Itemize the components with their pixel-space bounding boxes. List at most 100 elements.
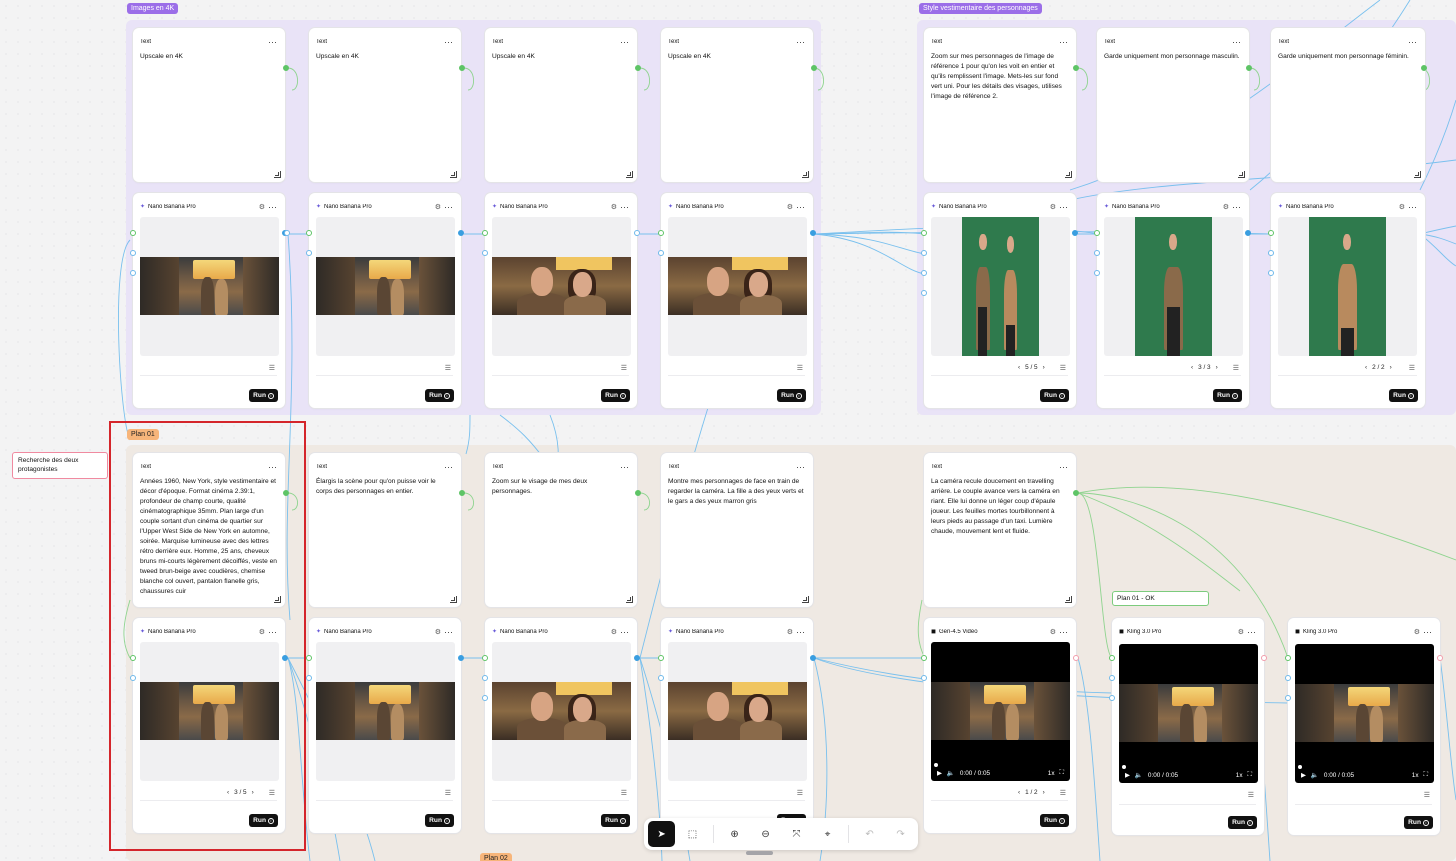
more-icon[interactable]: ··· <box>796 202 805 211</box>
undo-icon[interactable]: ↶ <box>856 821 883 847</box>
prompt-text[interactable]: Élargis la scène pour qu'on puisse voir … <box>316 477 453 497</box>
input-port[interactable] <box>482 655 488 661</box>
input-port[interactable] <box>482 695 488 701</box>
input-port[interactable] <box>658 230 664 236</box>
more-icon[interactable]: ··· <box>1232 37 1241 46</box>
input-port[interactable] <box>1094 230 1100 236</box>
sliders-icon[interactable]: ⚙ <box>435 628 441 636</box>
prompt-text[interactable]: Garde uniquement mon personnage masculin… <box>1104 52 1241 62</box>
run-button[interactable]: Runi <box>425 814 454 827</box>
speed-button[interactable]: 1x <box>1048 770 1055 777</box>
output-port[interactable] <box>635 490 641 496</box>
input-port[interactable] <box>482 675 488 681</box>
video-player[interactable]: ▶ 🔈 0:00 / 0:05 1x ⛶ <box>931 642 1070 781</box>
speed-button[interactable]: 1x <box>1236 772 1243 779</box>
prompt-text[interactable]: La caméra recule doucement en travelling… <box>931 477 1068 537</box>
pagination[interactable]: ‹ 3 / 3 › <box>1191 364 1218 371</box>
text-node[interactable]: Text ··· Zoom sur le visage de mes deux p… <box>485 453 637 607</box>
input-port[interactable] <box>306 655 312 661</box>
image-gen-node[interactable]: ✦Nano Banana Pro ⚙··· ☰ Runi <box>133 193 285 408</box>
video-gen-node[interactable]: ◼ Kling 3.0 Pro ⚙ ··· ▶ 🔈 0:00 / 0:05 1x ⛶ ☰ Ru… <box>1288 618 1440 835</box>
resize-handle-icon[interactable] <box>626 596 633 603</box>
text-node[interactable]: Text ··· Upscale en 4K <box>133 28 285 182</box>
resize-handle-icon[interactable] <box>1414 171 1421 178</box>
group-tag-style-vestimentaire[interactable]: Style vestimentaire des personnages <box>919 3 1042 14</box>
sliders-icon[interactable]: ⚙ <box>787 203 793 211</box>
scrubber-handle[interactable] <box>1298 765 1302 769</box>
more-icon[interactable]: ··· <box>796 627 805 636</box>
scrubber-handle[interactable] <box>1122 765 1126 769</box>
more-icon[interactable]: ··· <box>1232 202 1241 211</box>
output-port[interactable] <box>1073 490 1079 496</box>
output-port[interactable] <box>634 230 640 236</box>
prompt-text[interactable]: Upscale en 4K <box>316 52 453 62</box>
input-port[interactable] <box>1094 250 1100 256</box>
volume-icon[interactable]: 🔈 <box>947 769 955 777</box>
resize-handle-icon[interactable] <box>1238 171 1245 178</box>
output-port[interactable] <box>1245 230 1251 236</box>
more-icon[interactable]: ··· <box>1059 462 1068 471</box>
input-port[interactable] <box>658 675 664 681</box>
video-gen-node[interactable]: ◼ Gen-4.5 Video ⚙ ··· ▶ 🔈 0:00 / 0:05 1x ⛶ ‹ 1 /… <box>924 618 1076 833</box>
image-gen-node[interactable]: ✦ Nano Banana Pro ⚙ ··· ‹ 5 / 5 › ☰ Run i <box>924 193 1076 408</box>
more-icon[interactable]: ··· <box>444 202 453 211</box>
run-button[interactable]: Runi <box>249 389 278 402</box>
more-icon[interactable]: ··· <box>620 627 629 636</box>
list-icon[interactable]: ☰ <box>445 364 451 372</box>
resize-handle-icon[interactable] <box>450 171 457 178</box>
run-button[interactable]: Runi <box>1213 389 1242 402</box>
input-port[interactable] <box>1268 250 1274 256</box>
sliders-icon[interactable]: ⚙ <box>259 203 265 211</box>
run-button[interactable]: Runi <box>1389 389 1418 402</box>
text-node[interactable]: Text ··· Zoom sur mes personnages de l'im… <box>924 28 1076 182</box>
run-button[interactable]: Runi <box>1040 814 1069 827</box>
image-gen-node[interactable]: ✦Nano Banana Pro ⚙··· ☰ Runi <box>309 193 461 408</box>
more-icon[interactable]: ··· <box>620 462 629 471</box>
output-port[interactable] <box>1073 655 1079 661</box>
input-port[interactable] <box>1285 655 1291 661</box>
focus-icon[interactable]: ⌖ <box>814 821 841 847</box>
select-icon[interactable]: ⬚ <box>679 821 706 847</box>
input-port[interactable] <box>306 675 312 681</box>
text-node[interactable]: Text ··· Garde uniquement mon personnage … <box>1097 28 1249 182</box>
sliders-icon[interactable]: ⚙ <box>1050 628 1056 636</box>
more-icon[interactable]: ··· <box>1059 627 1068 636</box>
list-icon[interactable]: ☰ <box>1248 791 1254 799</box>
sliders-icon[interactable]: ⚙ <box>611 628 617 636</box>
text-node[interactable]: Text ··· Upscale en 4K <box>661 28 813 182</box>
image-gen-node[interactable]: ✦Nano Banana Pro ⚙··· ☰ Runi <box>661 193 813 408</box>
image-gen-node[interactable]: ✦Nano Banana Pro ⚙··· ☰ Runi <box>485 193 637 408</box>
resize-handle-icon[interactable] <box>1065 596 1072 603</box>
input-port[interactable] <box>1285 675 1291 681</box>
sliders-icon[interactable]: ⚙ <box>787 628 793 636</box>
output-port[interactable] <box>1073 65 1079 71</box>
pagination[interactable]: ‹ 2 / 2 › <box>1365 364 1392 371</box>
input-port[interactable] <box>921 230 927 236</box>
input-port[interactable] <box>482 230 488 236</box>
speed-button[interactable]: 1x <box>1412 772 1419 779</box>
fit-icon[interactable]: ⤧ <box>783 821 810 847</box>
more-icon[interactable]: ··· <box>1059 37 1068 46</box>
input-port[interactable] <box>130 250 136 256</box>
resize-handle-icon[interactable] <box>450 596 457 603</box>
list-icon[interactable]: ☰ <box>1424 791 1430 799</box>
input-port[interactable] <box>921 270 927 276</box>
output-port[interactable] <box>1246 65 1252 71</box>
output-port[interactable] <box>1261 655 1267 661</box>
output-port[interactable] <box>284 230 290 236</box>
image-gen-node[interactable]: ✦Nano Banana Pro ⚙··· ☰ Runi <box>309 618 461 833</box>
list-icon[interactable]: ☰ <box>269 364 275 372</box>
output-port[interactable] <box>458 655 464 661</box>
input-port[interactable] <box>921 655 927 661</box>
resize-handle-icon[interactable] <box>626 171 633 178</box>
fullscreen-icon[interactable]: ⛶ <box>1060 769 1064 777</box>
output-port[interactable] <box>811 65 817 71</box>
video-gen-node[interactable]: ◼ Kling 3.0 Pro ⚙ ··· ▶ 🔈 0:00 / 0:05 1x ⛶ ☰ Ru… <box>1112 618 1264 835</box>
image-preview[interactable] <box>316 642 455 781</box>
panel-drag-handle[interactable] <box>746 851 773 855</box>
image-preview[interactable] <box>668 217 807 356</box>
run-button[interactable]: Runi <box>425 389 454 402</box>
input-port[interactable] <box>482 250 488 256</box>
sliders-icon[interactable]: ⚙ <box>1238 628 1244 636</box>
output-port[interactable] <box>1072 230 1078 236</box>
